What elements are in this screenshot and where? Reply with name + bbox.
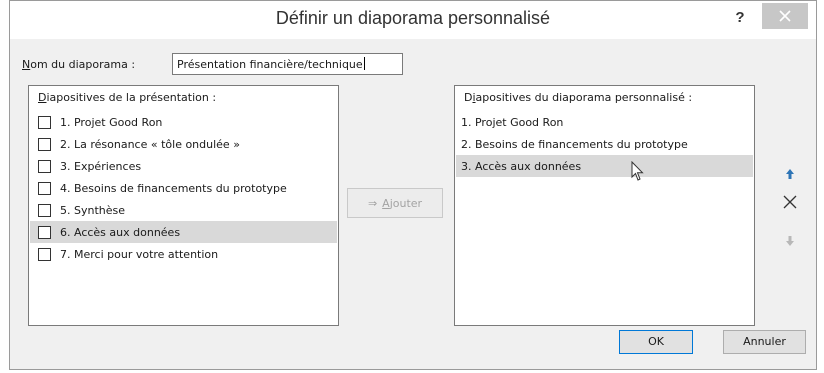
- source-slide-item[interactable]: 2. La résonance « tôle ondulée »: [30, 133, 337, 155]
- title-bar: Définir un diaporama personnalisé ?: [10, 1, 816, 39]
- close-icon: [779, 10, 791, 22]
- show-name-input[interactable]: Présentation financière/technique: [172, 53, 403, 75]
- custom-slide-item-selected[interactable]: 3. Accès aux données: [456, 155, 753, 177]
- ok-button[interactable]: OK: [619, 330, 693, 354]
- custom-show-slides-title: Diapositives du diaporama personnalisé :: [464, 91, 693, 104]
- cancel-button[interactable]: Annuler: [723, 330, 806, 354]
- custom-slide-item[interactable]: 2. Besoins de financements du prototype: [456, 133, 753, 155]
- add-arrow-icon: ⇒: [367, 196, 378, 210]
- source-slide-item[interactable]: 4. Besoins de financements du prototype: [30, 177, 337, 199]
- custom-show-slides-panel: Diapositives du diaporama personnalisé :…: [454, 85, 755, 326]
- arrow-up-icon: [786, 169, 794, 179]
- source-slide-item-selected[interactable]: 6. Accès aux données: [30, 221, 337, 243]
- dialog-title: Définir un diaporama personnalisé: [275, 8, 551, 28]
- source-slides-list[interactable]: 1. Projet Good Ron 2. La résonance « tôl…: [30, 111, 337, 265]
- close-button[interactable]: [762, 3, 808, 29]
- name-label: Nom du diaporama :: [22, 58, 136, 71]
- source-slide-item[interactable]: 1. Projet Good Ron: [30, 111, 337, 133]
- custom-show-slides-list[interactable]: 1. Projet Good Ron 2. Besoins de finance…: [456, 111, 753, 177]
- remove-x-icon: [783, 195, 797, 209]
- arrow-down-icon: [786, 236, 794, 246]
- source-slide-item[interactable]: 5. Synthèse: [30, 199, 337, 221]
- source-slide-item[interactable]: 7. Merci pour votre attention: [30, 243, 337, 265]
- slide-checkbox[interactable]: [38, 159, 51, 173]
- source-slides-panel: Diapositives de la présentation : 1. Pro…: [28, 85, 339, 326]
- mouse-pointer-icon: [631, 161, 644, 181]
- slide-checkbox[interactable]: [38, 247, 51, 261]
- help-button[interactable]: ?: [728, 7, 752, 29]
- text-caret: [363, 57, 365, 70]
- move-down-button[interactable]: [777, 230, 803, 252]
- source-slide-item[interactable]: 3. Expériences: [30, 155, 337, 177]
- slide-checkbox[interactable]: [38, 181, 51, 195]
- custom-slide-item[interactable]: 1. Projet Good Ron: [456, 111, 753, 133]
- slide-checkbox[interactable]: [38, 203, 51, 217]
- source-slides-title: Diapositives de la présentation :: [38, 91, 217, 104]
- custom-show-dialog: Définir un diaporama personnalisé ? Nom …: [9, 0, 817, 370]
- slide-checkbox[interactable]: [38, 137, 51, 151]
- move-up-button[interactable]: [777, 163, 803, 185]
- add-button[interactable]: ⇒ Ajouter: [347, 188, 443, 218]
- slide-checkbox[interactable]: [38, 225, 51, 239]
- remove-button[interactable]: [777, 191, 803, 213]
- slide-checkbox[interactable]: [38, 115, 51, 129]
